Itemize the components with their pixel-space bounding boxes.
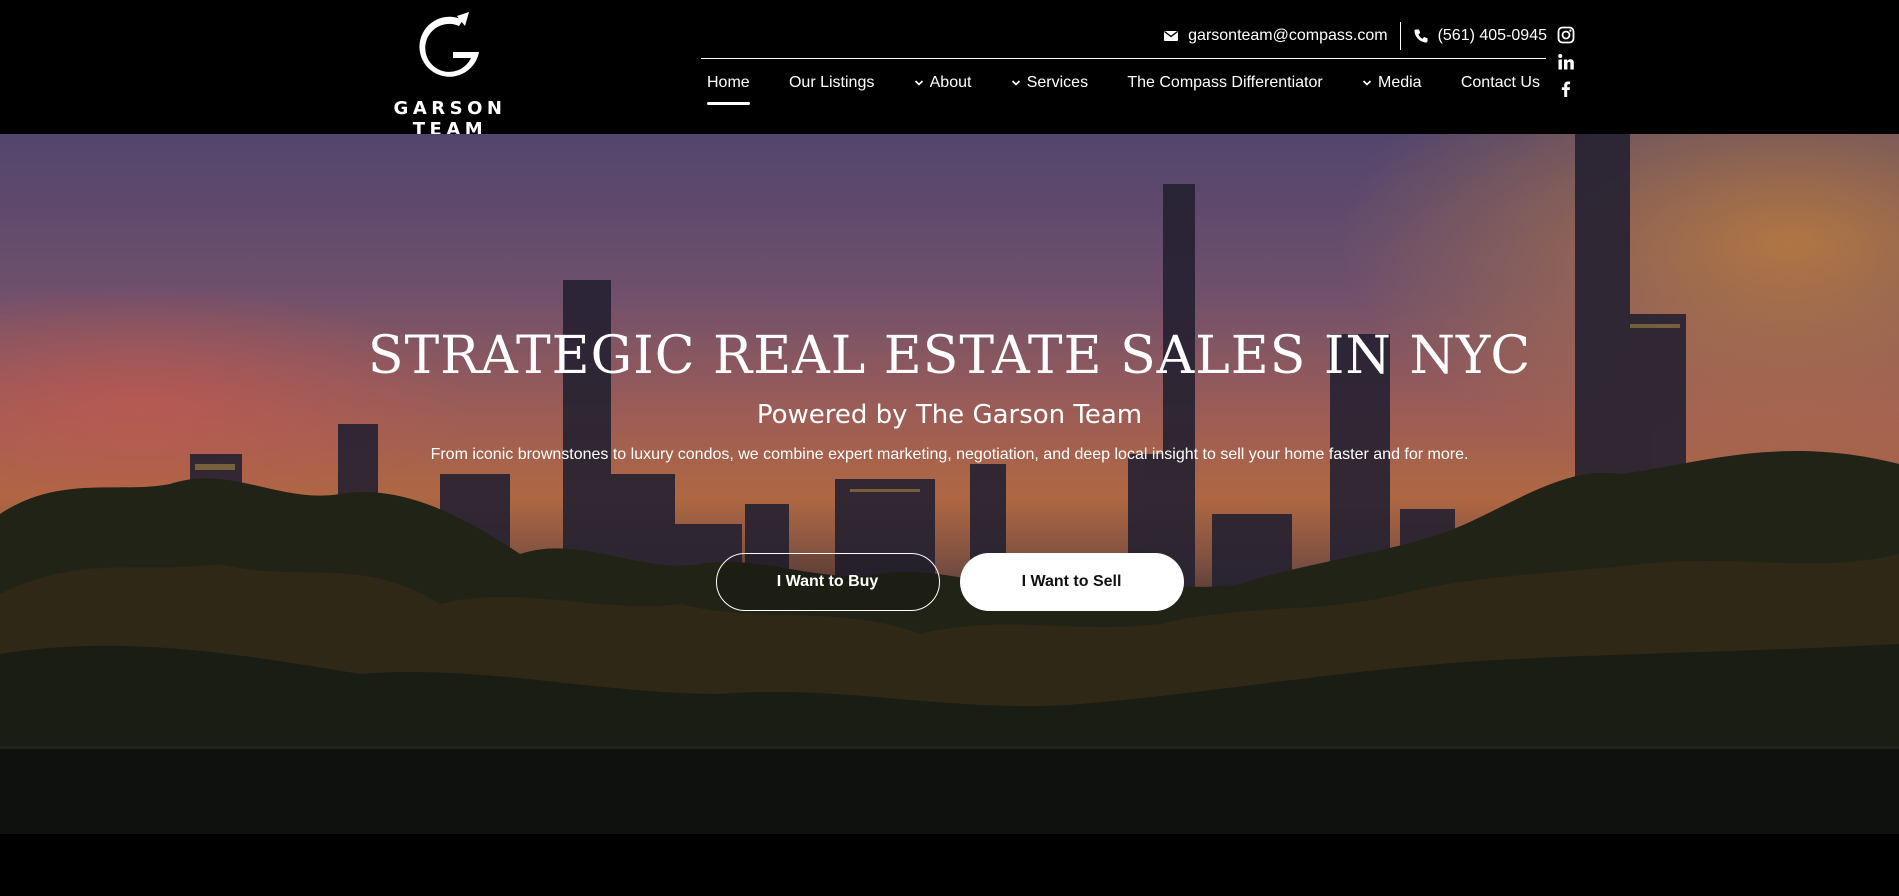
chevron-down-icon: [1011, 80, 1020, 86]
facebook-icon: [1561, 81, 1571, 97]
hero-content: STRATEGIC REAL ESTATE SALES IN NYC Power…: [0, 326, 1899, 611]
chevron-down-icon: [914, 80, 923, 86]
hero-cta-group: I Want to Buy I Want to Sell: [0, 553, 1899, 611]
buy-button[interactable]: I Want to Buy: [715, 553, 940, 611]
site-header: GARSON TEAM garsonteam@compass.com (561)…: [0, 0, 1899, 140]
email-link[interactable]: garsonteam@compass.com: [1163, 27, 1388, 45]
contact-divider: [1399, 22, 1401, 50]
hero-section: STRATEGIC REAL ESTATE SALES IN NYC Power…: [0, 134, 1899, 834]
social-links: [1557, 26, 1575, 98]
nav-item-home[interactable]: Home: [701, 68, 756, 105]
phone-icon: [1414, 29, 1428, 43]
contact-bar: garsonteam@compass.com (561) 405-0945: [1163, 22, 1547, 50]
hero-title: STRATEGIC REAL ESTATE SALES IN NYC: [367, 326, 1532, 386]
nav-item-compass-differentiator[interactable]: The Compass Differentiator: [1121, 68, 1328, 98]
nav-label: The Compass Differentiator: [1127, 74, 1323, 91]
email-text: garsonteam@compass.com: [1188, 27, 1388, 44]
linkedin-link[interactable]: [1557, 53, 1575, 71]
site-logo[interactable]: GARSON TEAM: [352, 12, 548, 140]
instagram-link[interactable]: [1557, 26, 1575, 44]
sell-button[interactable]: I Want to Sell: [959, 553, 1184, 611]
envelope-icon: [1164, 30, 1179, 41]
nav-label: Our Listings: [788, 74, 875, 91]
hero-description: From iconic brownstones to luxury condos…: [430, 446, 1469, 463]
main-nav: Home Our Listings About Services The Com…: [701, 68, 1546, 108]
phone-link[interactable]: (561) 405-0945: [1413, 27, 1547, 45]
nav-label: About: [929, 74, 972, 91]
nav-label: Services: [1026, 74, 1089, 91]
hero-subtitle: Powered by The Garson Team: [756, 400, 1143, 430]
phone-text: (561) 405-0945: [1437, 27, 1547, 44]
nav-divider: [701, 58, 1546, 59]
nav-label: Home: [707, 74, 750, 91]
linkedin-icon: [1558, 54, 1574, 70]
nav-item-about[interactable]: About: [908, 68, 978, 98]
nav-label: Contact Us: [1460, 74, 1540, 91]
instagram-icon: [1557, 26, 1575, 44]
nav-item-our-listings[interactable]: Our Listings: [783, 68, 880, 98]
nav-item-services[interactable]: Services: [1005, 68, 1094, 98]
chevron-down-icon: [1362, 80, 1372, 86]
nav-item-contact-us[interactable]: Contact Us: [1455, 68, 1546, 98]
facebook-link[interactable]: [1557, 80, 1575, 98]
nav-label: Media: [1377, 74, 1422, 91]
garson-g-logo-icon: [419, 12, 479, 77]
page-bottom-band: [0, 834, 1899, 896]
nav-item-media[interactable]: Media: [1356, 68, 1428, 98]
